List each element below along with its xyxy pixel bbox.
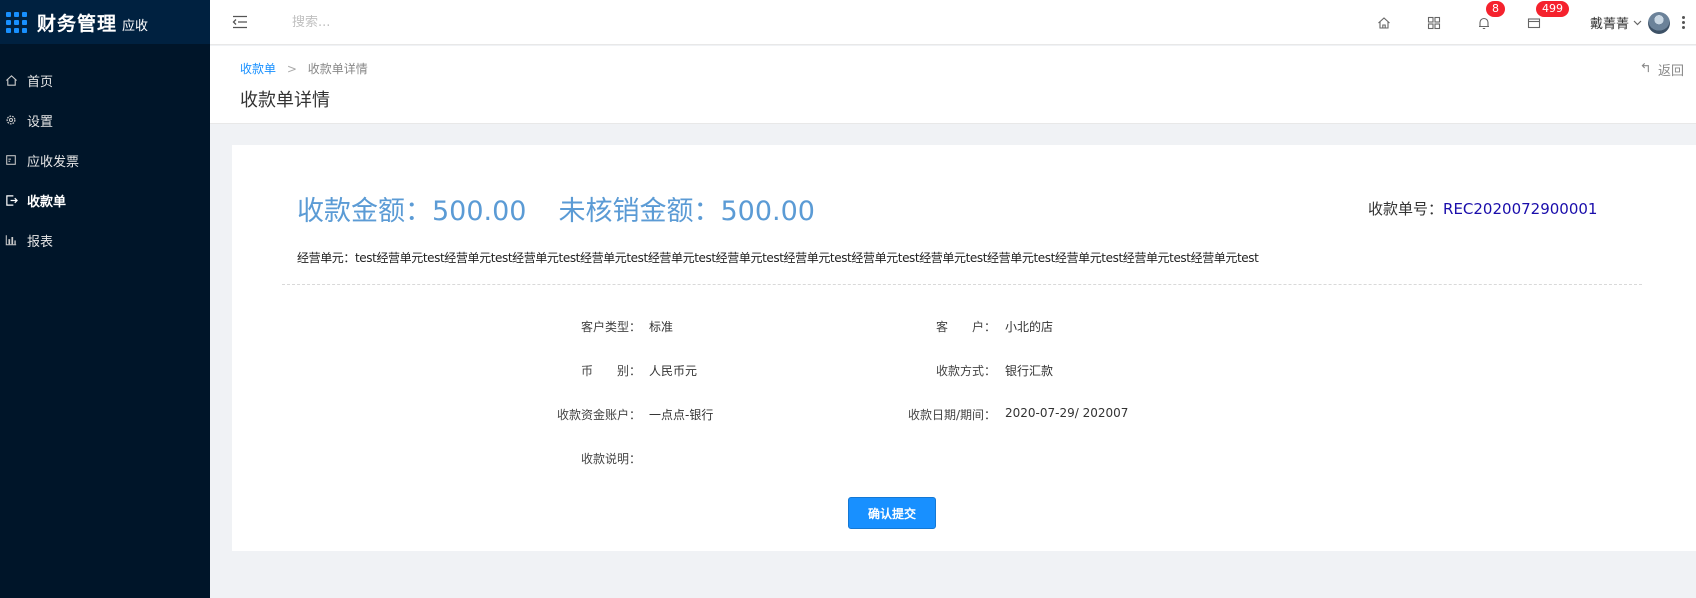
sidebar-item-reports[interactable]: 报表 (0, 220, 210, 260)
page-title: 收款单详情 (240, 90, 330, 111)
breadcrumb: 收款单 > 收款单详情 (240, 60, 368, 77)
header-actions: 8 499 戴菁菁 (1376, 0, 1696, 45)
sidebar: 财务管理 应收 首页 设置 应收发票 收款单 报表 (0, 0, 210, 598)
fund-account-value: 一点点-银行 (649, 408, 714, 422)
brand: 财务管理 应收 (0, 0, 210, 44)
receipt-number-label: 收款单号： (1368, 200, 1444, 218)
bar-chart-icon (4, 233, 18, 247)
customer-type-value: 标准 (649, 320, 674, 334)
more-vertical-icon[interactable] (1682, 16, 1686, 29)
bell-icon[interactable]: 8 (1476, 0, 1505, 31)
receipt-number: 收款单号：REC2020072900001 (1368, 198, 1597, 219)
back-arrow-icon (1641, 62, 1652, 77)
app-title: 财务管理 (37, 12, 118, 35)
sidebar-item-label: 收款单 (27, 194, 67, 210)
breadcrumb-link-receipts[interactable]: 收款单 (240, 62, 276, 76)
breadcrumb-current: 收款单详情 (307, 62, 368, 76)
sidebar-item-label: 设置 (27, 114, 54, 130)
page-header: 收款单 > 收款单详情 收款单详情 返回 (210, 46, 1696, 124)
receipt-amount: 收款金额：500.00 (297, 196, 527, 227)
dashed-divider (282, 284, 1642, 285)
sidebar-item-settings[interactable]: 设置 (0, 100, 210, 140)
business-unit: 经营单元：test经营单元test经营单元test经营单元test经营单元tes… (297, 251, 1259, 265)
amount-summary: 收款金额：500.00 未核销金额：500.00 (297, 189, 815, 228)
currency-label: 币 别： (580, 364, 641, 378)
fund-account-label: 收款资金账户： (556, 408, 641, 422)
avatar[interactable] (1648, 11, 1670, 34)
back-label: 返回 (1657, 64, 1684, 79)
notification-badge: 8 (1485, 0, 1505, 17)
app-grid-icon (6, 11, 27, 33)
invoice-icon (4, 153, 18, 167)
search-input[interactable] (292, 14, 592, 30)
unwritten-off-amount: 未核销金额：500.00 (558, 196, 815, 227)
breadcrumb-separator: > (286, 62, 297, 76)
apps-grid-icon[interactable] (1426, 15, 1442, 31)
customer-label: 客 户： (935, 320, 996, 334)
sidebar-item-label: 应收发票 (27, 154, 80, 170)
home-icon[interactable] (1376, 15, 1392, 31)
sidebar-item-label: 首页 (27, 74, 54, 90)
payment-method-value: 银行汇款 (1005, 364, 1054, 378)
message-badge: 499 (1535, 0, 1569, 17)
chevron-down-icon[interactable] (1633, 15, 1642, 30)
receipt-detail-card: 收款金额：500.00 未核销金额：500.00 收款单号：REC2020072… (232, 145, 1696, 551)
sidebar-menu: 首页 设置 应收发票 收款单 报表 (0, 60, 210, 260)
customer-value: 小北的店 (1005, 320, 1054, 334)
top-header: 8 499 戴菁菁 (210, 0, 1696, 45)
receipt-icon (4, 193, 18, 207)
gear-icon (4, 113, 18, 127)
sidebar-item-invoices[interactable]: 应收发票 (0, 140, 210, 180)
message-icon[interactable]: 499 (1526, 0, 1569, 31)
sidebar-item-receipts[interactable]: 收款单 (0, 180, 210, 220)
receipt-number-value: REC2020072900001 (1443, 200, 1598, 218)
sidebar-item-label: 报表 (27, 234, 54, 250)
receipt-date-value: 2020-07-29/ 202007 (1005, 406, 1129, 420)
customer-type-label: 客户类型： (580, 320, 641, 334)
sidebar-item-home[interactable]: 首页 (0, 60, 210, 100)
back-button[interactable]: 返回 (1641, 60, 1684, 79)
receipt-note-label: 收款说明： (580, 452, 641, 466)
menu-collapse-icon[interactable] (232, 13, 250, 31)
receipt-date-label: 收款日期/期间： (907, 408, 996, 422)
user-name[interactable]: 戴菁菁 (1590, 13, 1629, 32)
currency-value: 人民币元 (649, 364, 698, 378)
payment-method-label: 收款方式： (935, 364, 996, 378)
app-subtitle: 应收 (122, 19, 149, 34)
home-icon (4, 73, 18, 87)
confirm-submit-button[interactable]: 确认提交 (848, 497, 936, 529)
